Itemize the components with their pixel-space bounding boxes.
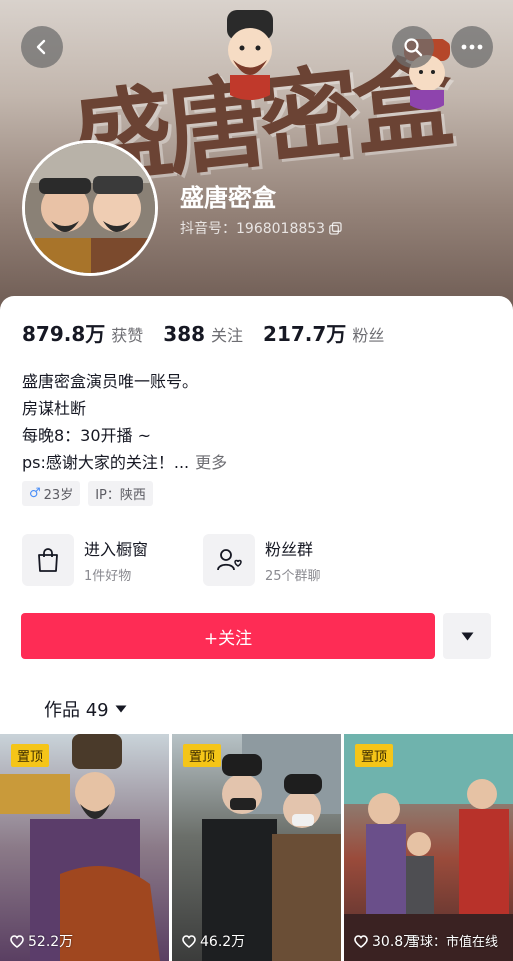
video-thumbnail: [0, 734, 160, 961]
video-likes: 52.2万: [10, 931, 73, 951]
works-tab-label: 作品 49: [44, 700, 109, 721]
stat-label: 粉丝: [352, 326, 385, 345]
pinned-badge: 置顶: [355, 744, 394, 767]
follow-button[interactable]: +关注: [21, 613, 435, 659]
profile-tags: ♂ 23岁 IP：陕西: [22, 481, 153, 506]
heart-icon: [354, 934, 368, 948]
profile-card: 879.8万 获赞 388 关注 217.7万 粉丝 盛唐密盒演员唯一账号。 房…: [0, 296, 513, 961]
stat-number: 879.8万: [22, 322, 106, 346]
avatar-photo: [25, 143, 155, 273]
quick-subtitle: 25个群聊: [265, 569, 321, 584]
stat-label: 获赞: [111, 326, 144, 345]
douyin-id-text: 抖音号：1968018853: [180, 221, 326, 237]
stats-row: 879.8万 获赞 388 关注 217.7万 粉丝: [22, 318, 384, 347]
video-tile[interactable]: 置顶 30.8万 雪球：市值在线: [344, 734, 513, 961]
shop-window-entry[interactable]: 进入橱窗 1件好物: [22, 534, 148, 586]
bio-line: 每晚8：30开播 ~: [22, 426, 152, 445]
heart-icon: [182, 934, 196, 948]
quick-subtitle: 1件好物: [84, 569, 132, 584]
stat-followers[interactable]: 217.7万 粉丝: [263, 318, 384, 347]
quick-text: 粉丝群 25个群聊: [265, 536, 321, 584]
quick-icon-box: [203, 534, 255, 586]
pinned-badge: 置顶: [11, 744, 50, 767]
follow-options-button[interactable]: [443, 613, 491, 659]
avatar[interactable]: [22, 140, 158, 276]
age-tag: ♂ 23岁: [22, 481, 81, 506]
watermark: 雪球：市值在线: [406, 935, 498, 950]
search-button[interactable]: [392, 26, 434, 68]
likes-count: 52.2万: [28, 934, 74, 950]
video-thumbnail: [202, 734, 341, 961]
mascot-illustration: [227, 10, 273, 100]
quick-title: 进入橱窗: [84, 540, 149, 559]
fan-group-icon: [217, 549, 242, 571]
pinned-badge: 置顶: [183, 744, 222, 767]
stat-likes[interactable]: 879.8万 获赞: [22, 318, 143, 347]
bio-more-link[interactable]: 更多: [195, 453, 227, 472]
stat-number: 217.7万: [263, 322, 347, 346]
video-tile[interactable]: 置顶 52.2万: [0, 734, 169, 961]
back-icon: [36, 39, 46, 55]
triangle-down-icon: [461, 632, 473, 640]
copy-icon[interactable]: [329, 221, 342, 235]
video-grid: 置顶 52.2万 置顶 46.2万 置顶 30.8万 雪球：市值在线: [0, 734, 513, 961]
age-text: 23岁: [43, 488, 74, 503]
male-icon: ♂: [29, 486, 41, 501]
stat-following[interactable]: 388 关注: [163, 322, 243, 346]
more-button[interactable]: [451, 26, 493, 68]
video-likes: 46.2万: [182, 931, 245, 951]
stat-number: 388: [163, 322, 206, 346]
more-icon: [461, 44, 483, 50]
search-icon: [404, 38, 423, 57]
shopping-bag-icon: [38, 548, 58, 572]
heart-icon: [10, 934, 24, 948]
quick-text: 进入橱窗 1件好物: [84, 536, 148, 584]
douyin-id[interactable]: 抖音号：1968018853: [180, 218, 342, 238]
quick-title: 粉丝群: [265, 540, 314, 559]
fan-group-entry[interactable]: 粉丝群 25个群聊: [203, 534, 321, 586]
caret-down-icon: [115, 705, 127, 713]
quick-icon-box: [22, 534, 74, 586]
stat-label: 关注: [211, 326, 244, 345]
tab-works[interactable]: 作品 49: [44, 696, 127, 722]
ip-text: IP：陕西: [95, 488, 146, 503]
ip-tag: IP：陕西: [88, 481, 153, 506]
bio-line: 盛唐密盒演员唯一账号。: [22, 372, 199, 391]
back-button[interactable]: [21, 26, 63, 68]
profile-name: 盛唐密盒: [180, 184, 276, 212]
video-tile[interactable]: 置顶 46.2万: [172, 734, 341, 961]
profile-banner: 盛唐密盒 盛唐密盒 抖音号：1968018853: [0, 0, 513, 320]
bio-line-text: ps:感谢大家的关注！...: [22, 453, 190, 472]
likes-count: 46.2万: [200, 934, 246, 950]
bio-line: ps:感谢大家的关注！... 更多: [22, 449, 227, 476]
bio-line: 房谋杜断: [22, 399, 87, 418]
bio: 盛唐密盒演员唯一账号。 房谋杜断 每晚8：30开播 ~ ps:感谢大家的关注！.…: [22, 368, 227, 476]
video-thumbnail: [344, 734, 513, 961]
